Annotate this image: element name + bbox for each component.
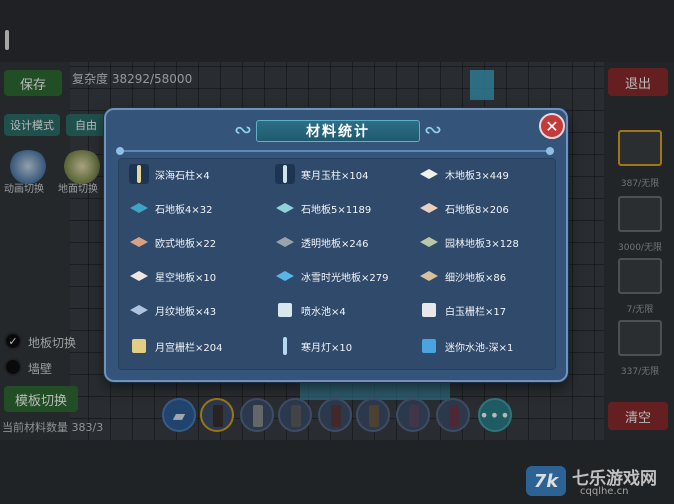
- floor-tile-icon: [129, 198, 149, 218]
- watermark-url: cqqlhe.cn: [580, 486, 629, 497]
- list-item: 喷水池×4: [275, 299, 346, 321]
- list-item: 园林地板3×128: [419, 231, 519, 253]
- fence-icon: [419, 300, 439, 320]
- list-item: 月纹地板×43: [129, 299, 216, 321]
- list-item: 寒月玉柱×104: [275, 163, 368, 185]
- list-item: 细沙地板×86: [419, 265, 506, 287]
- fountain-icon: [275, 300, 295, 320]
- divider-dot-left: [116, 147, 124, 155]
- list-item: 石地板4×32: [129, 197, 212, 219]
- list-item: 木地板3×449: [419, 163, 509, 185]
- list-item: 欧式地板×22: [129, 231, 216, 253]
- lamp-icon: [275, 336, 295, 356]
- title-divider: [118, 150, 554, 152]
- pool-icon: [419, 336, 439, 356]
- divider-dot-right: [546, 147, 554, 155]
- dialog-title: 材料统计: [256, 120, 420, 142]
- floor-tile-icon: [419, 266, 439, 286]
- pillar-icon: [129, 164, 149, 184]
- list-item: 深海石柱×4: [129, 163, 210, 185]
- close-icon[interactable]: ✕: [539, 113, 565, 139]
- list-item: 月宫栅栏×204: [129, 335, 222, 357]
- floor-tile-icon: [419, 164, 439, 184]
- materials-list: 深海石柱×4 寒月玉柱×104 木地板3×449 石地板4×32 石地板5×11…: [118, 158, 556, 370]
- list-item: 寒月灯×10: [275, 335, 352, 357]
- watermark-logo: 7k: [526, 466, 566, 496]
- game-screen: 保存 复杂度 38292/58000 退出 设计模式 自由 动画切换 地面切换 …: [0, 0, 674, 504]
- floor-tile-icon: [275, 266, 295, 286]
- list-item: 透明地板×246: [275, 231, 368, 253]
- list-item: 白玉栅栏×17: [419, 299, 506, 321]
- fence-icon: [129, 336, 149, 356]
- ornament-right-icon: ∾: [423, 118, 443, 143]
- ornament-left-icon: ∾: [233, 118, 253, 143]
- floor-tile-icon: [129, 232, 149, 252]
- pillar-icon: [275, 164, 295, 184]
- floor-tile-icon: [275, 232, 295, 252]
- list-item: 迷你水池-深×1: [419, 335, 513, 357]
- list-item: 石地板8×206: [419, 197, 509, 219]
- list-item: 石地板5×1189: [275, 197, 371, 219]
- floor-tile-icon: [419, 198, 439, 218]
- floor-tile-icon: [275, 198, 295, 218]
- floor-tile-icon: [419, 232, 439, 252]
- floor-tile-icon: [129, 266, 149, 286]
- materials-dialog: ∾ 材料统计 ∾ ✕ 深海石柱×4 寒月玉柱×104 木地板3×449 石地板4…: [104, 108, 568, 382]
- list-item: 星空地板×10: [129, 265, 216, 287]
- list-item: 冰雪时光地板×279: [275, 265, 388, 287]
- floor-tile-icon: [129, 300, 149, 320]
